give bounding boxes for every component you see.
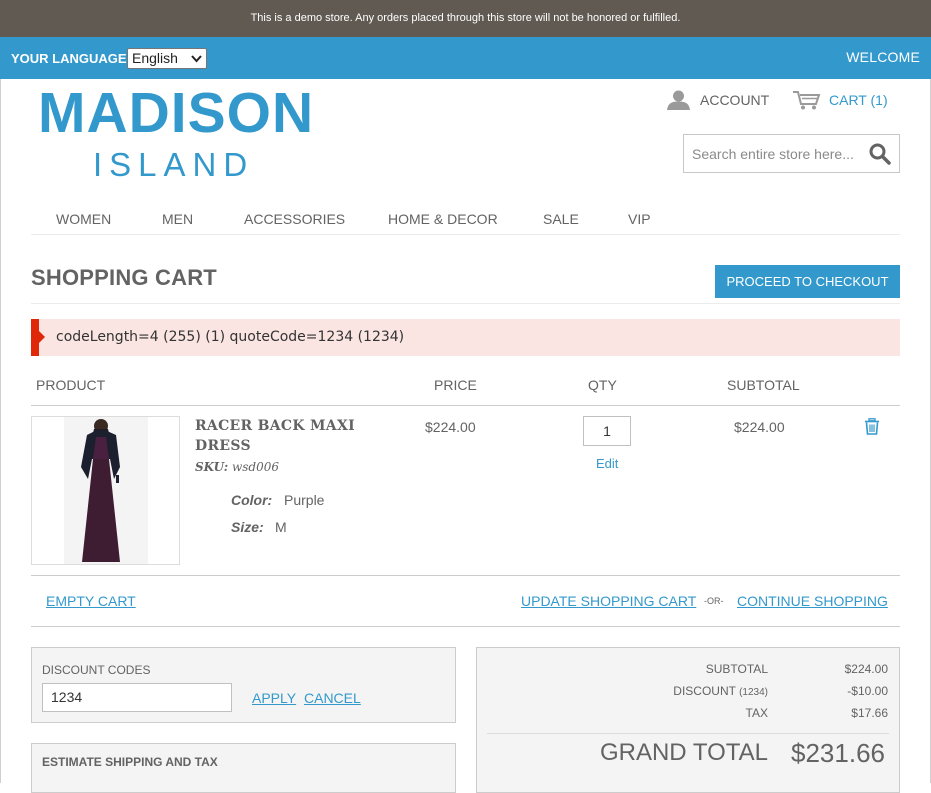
- logo-bottom-text: ISLAND: [93, 146, 255, 183]
- discount-code-text: (1234): [739, 687, 768, 698]
- cart-icon: [793, 91, 821, 110]
- product-name-link[interactable]: RACER BACK MAXI DRESS: [195, 416, 375, 456]
- table-header-divider: [31, 405, 900, 406]
- apply-discount-button[interactable]: APPLY: [252, 690, 296, 706]
- subtotal-label: SUBTOTAL: [705, 662, 768, 676]
- continue-shopping-button[interactable]: CONTINUE SHOPPING: [737, 593, 888, 609]
- product-sku: SKU: wsd006: [195, 460, 279, 474]
- welcome-text: WELCOME: [846, 49, 920, 65]
- demo-notice-bar: This is a demo store. Any orders placed …: [0, 0, 931, 37]
- proceed-to-checkout-button[interactable]: PROCEED TO CHECKOUT: [715, 265, 900, 298]
- page-frame-left: [0, 79, 1, 783]
- product-image[interactable]: [31, 416, 180, 565]
- estimate-shipping-panel[interactable]: ESTIMATE SHIPPING AND TAX: [31, 743, 456, 793]
- nav-item-accessories[interactable]: ACCESSORIES: [244, 211, 345, 227]
- or-separator: -OR-: [704, 596, 724, 606]
- cart-link[interactable]: CART (1): [792, 90, 888, 110]
- cart-label: CART (1): [829, 92, 888, 108]
- page-title: SHOPPING CART: [31, 265, 217, 290]
- error-message: codeLength=4 (255) (1) quoteCode=1234 (1…: [31, 319, 900, 356]
- nav-item-men[interactable]: MEN: [162, 211, 193, 227]
- option-value-size: M: [275, 519, 287, 535]
- trash-icon[interactable]: [864, 418, 880, 435]
- nav-item-vip[interactable]: VIP: [628, 211, 651, 227]
- option-label-color: Color:: [231, 492, 273, 508]
- discount-code-input[interactable]: 1234: [42, 683, 232, 712]
- language-bar: YOUR LANGUAGE: English WELCOME: [0, 37, 931, 79]
- subtotal-value: $224.00: [844, 662, 888, 676]
- estimate-shipping-label: ESTIMATE SHIPPING AND TAX: [42, 755, 218, 769]
- tax-label: TAX: [745, 706, 768, 720]
- error-marker-icon: [38, 330, 45, 344]
- title-divider: [31, 303, 900, 304]
- chevron-down-icon: [191, 49, 202, 75]
- actions-divider: [31, 626, 900, 627]
- grand-total-value: $231.66: [791, 738, 885, 768]
- item-subtotal: $224.00: [734, 419, 785, 435]
- language-select[interactable]: English: [127, 48, 207, 69]
- option-value-color: Purple: [284, 492, 325, 508]
- empty-cart-button[interactable]: EMPTY CART: [46, 593, 136, 609]
- discount-label-text: DISCOUNT: [673, 684, 736, 698]
- column-header-price: PRICE: [434, 377, 477, 393]
- logo-top-text: MADISON: [38, 81, 315, 145]
- language-selected-value: English: [132, 50, 178, 66]
- discount-total-label: DISCOUNT (1234): [673, 684, 768, 698]
- search-icon[interactable]: [869, 143, 891, 165]
- column-header-qty: QTY: [588, 377, 617, 393]
- discount-panel: DISCOUNT CODES 1234 APPLY CANCEL: [31, 647, 456, 723]
- update-cart-button[interactable]: UPDATE SHOPPING CART: [521, 593, 696, 609]
- dress-image: [64, 417, 148, 564]
- discount-value: -$10.00: [847, 684, 888, 698]
- column-header-subtotal: SUBTOTAL: [727, 377, 800, 393]
- item-row-divider: [31, 575, 900, 576]
- search-placeholder: Search entire store here...: [692, 146, 854, 162]
- account-link[interactable]: ACCOUNT: [667, 90, 769, 110]
- quantity-input[interactable]: 1: [583, 416, 631, 446]
- account-label: ACCOUNT: [700, 92, 770, 108]
- demo-notice-text: This is a demo store. Any orders placed …: [250, 12, 681, 24]
- nav-item-women[interactable]: WOMEN: [56, 211, 111, 227]
- item-price: $224.00: [425, 419, 476, 435]
- totals-divider: [487, 733, 889, 734]
- language-label: YOUR LANGUAGE:: [11, 51, 131, 66]
- totals-panel: SUBTOTAL $224.00 DISCOUNT (1234) -$10.00…: [476, 647, 900, 793]
- grand-total-label: GRAND TOTAL: [599, 739, 768, 766]
- user-icon: [667, 90, 690, 110]
- nav-item-home-decor[interactable]: HOME & DECOR: [388, 211, 498, 227]
- tax-value: $17.66: [851, 706, 888, 720]
- column-header-product: PRODUCT: [36, 377, 106, 393]
- search-input[interactable]: Search entire store here...: [683, 134, 900, 173]
- error-message-text: codeLength=4 (255) (1) quoteCode=1234 (1…: [56, 329, 405, 345]
- main-nav: WOMEN MEN ACCESSORIES HOME & DECOR SALE …: [31, 208, 900, 235]
- sku-label: SKU:: [195, 460, 229, 474]
- cancel-discount-button[interactable]: CANCEL: [304, 690, 361, 706]
- nav-item-sale[interactable]: SALE: [543, 211, 579, 227]
- sku-value: wsd006: [231, 460, 279, 474]
- edit-item-link[interactable]: Edit: [596, 456, 618, 471]
- discount-codes-label: DISCOUNT CODES: [42, 663, 151, 677]
- option-label-size: Size:: [231, 519, 264, 535]
